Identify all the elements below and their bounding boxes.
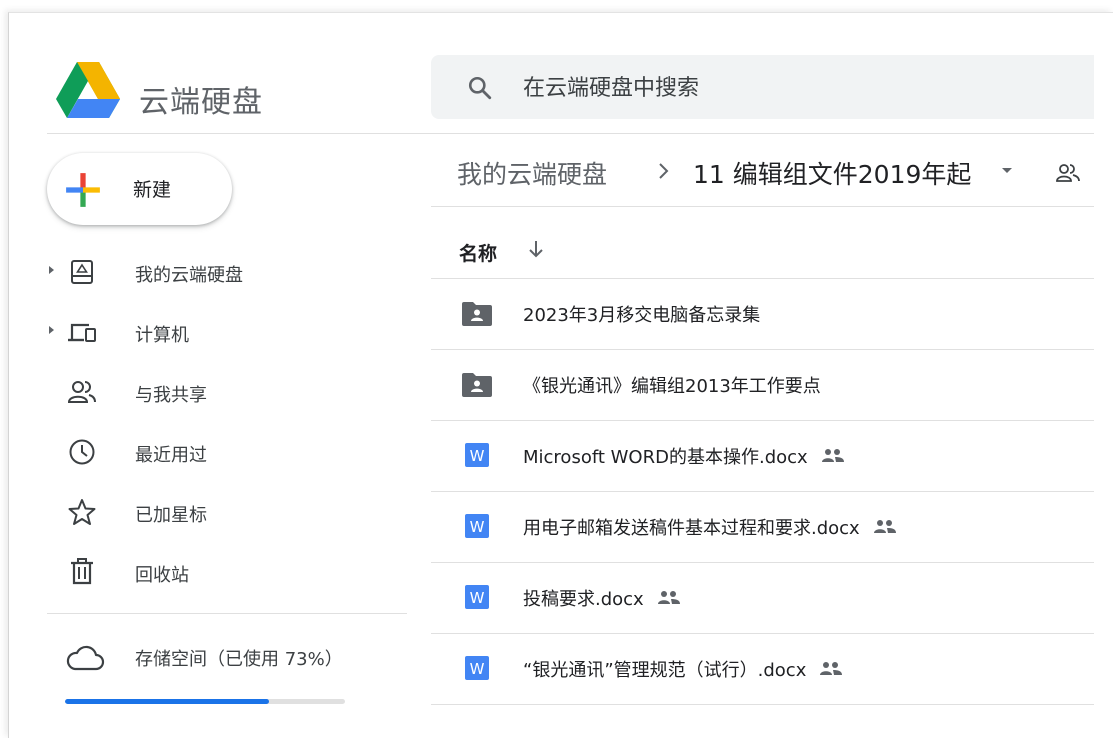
file-row[interactable]: 2023年3月移交电脑备忘录集 (431, 279, 1094, 350)
sidebar-item-label: 我的云端硬盘 (135, 265, 243, 286)
file-name-text: 用电子邮箱发送稿件基本过程和要求.docx (523, 518, 860, 539)
sidebar-item-label: 计算机 (135, 325, 189, 346)
people-icon[interactable] (1055, 161, 1081, 185)
shared-people-icon (873, 520, 896, 533)
new-button-label: 新建 (133, 179, 172, 201)
sidebar-item-label: 回收站 (135, 565, 189, 586)
shared-folder-icon (462, 302, 492, 326)
shared-folder-icon (462, 373, 492, 397)
search-input[interactable] (521, 70, 1065, 106)
sidebar-item-trash[interactable]: 回收站 (47, 547, 407, 599)
file-name: 《银光通讯》编辑组2013年工作要点 (523, 376, 821, 397)
svg-text:W: W (470, 518, 485, 536)
file-name: 投稿要求.docx (523, 585, 682, 611)
app-title[interactable]: 云端硬盘 (139, 77, 263, 121)
drive-window: 云端硬盘 新建 我的云端硬盘 (8, 12, 1113, 738)
sidebar-item-label: 与我共享 (135, 385, 207, 406)
sidebar-item-shared-with-me[interactable]: 与我共享 (47, 367, 407, 419)
breadcrumb-divider (431, 206, 1094, 207)
plus-icon (66, 173, 100, 207)
storage-progress-bar (65, 699, 345, 704)
file-row[interactable]: W “银光通讯”管理规范（试行）.docx (431, 634, 1094, 705)
column-header-name[interactable]: 名称 (459, 239, 497, 266)
shared-people-icon (657, 591, 680, 604)
search-bar[interactable] (431, 55, 1094, 119)
sidebar-item-starred[interactable]: 已加星标 (47, 487, 407, 539)
shared-with-me-icon (67, 381, 96, 403)
folder-menu-dropdown-icon[interactable] (1002, 168, 1012, 173)
word-document-icon: W (465, 514, 489, 538)
file-name: Microsoft WORD的基本操作.docx (523, 443, 846, 469)
storage-progress-fill (65, 699, 270, 704)
breadcrumb-root[interactable]: 我的云端硬盘 (457, 155, 607, 191)
header-divider (47, 133, 1094, 134)
new-button[interactable]: 新建 (47, 153, 232, 225)
word-document-icon: W (465, 656, 489, 680)
expand-arrow-icon[interactable] (49, 266, 54, 274)
sidebar-item-recent[interactable]: 最近用过 (47, 427, 407, 479)
file-name-text: “银光通讯”管理规范（试行）.docx (523, 660, 807, 681)
file-row[interactable]: W 用电子邮箱发送稿件基本过程和要求.docx (431, 492, 1094, 563)
expand-arrow-icon[interactable] (49, 326, 54, 334)
my-drive-icon (71, 260, 93, 284)
svg-text:W: W (470, 447, 485, 465)
shared-people-icon (821, 449, 844, 462)
star-icon (68, 499, 96, 525)
sidebar-item-label: 已加星标 (135, 505, 207, 526)
file-row[interactable]: W 投稿要求.docx (431, 563, 1094, 634)
svg-text:W: W (470, 589, 485, 607)
computers-icon (68, 323, 96, 342)
breadcrumb-current-folder[interactable]: 11 编辑组文件2019年起 (693, 155, 971, 191)
sidebar-divider (47, 613, 407, 614)
file-name: 2023年3月移交电脑备忘录集 (523, 305, 761, 326)
cloud-icon (66, 645, 105, 671)
file-name-text: Microsoft WORD的基本操作.docx (523, 447, 808, 468)
google-drive-logo-icon (56, 62, 120, 118)
storage-label[interactable]: 存储空间（已使用 73%） (135, 645, 343, 671)
file-name: 用电子邮箱发送稿件基本过程和要求.docx (523, 514, 898, 540)
file-name: “银光通讯”管理规范（试行）.docx (523, 656, 844, 682)
sidebar-item-my-drive[interactable]: 我的云端硬盘 (47, 247, 407, 299)
file-name-text: 投稿要求.docx (523, 589, 644, 610)
file-row[interactable]: W Microsoft WORD的基本操作.docx (431, 421, 1094, 492)
file-row[interactable]: 《银光通讯》编辑组2013年工作要点 (431, 350, 1094, 421)
sidebar-item-computers[interactable]: 计算机 (47, 307, 407, 359)
search-icon[interactable] (467, 75, 493, 101)
clock-icon (69, 439, 95, 465)
chevron-right-icon (659, 163, 669, 179)
trash-icon (71, 558, 93, 585)
word-document-icon: W (465, 443, 489, 467)
svg-text:W: W (470, 660, 485, 678)
sidebar-item-label: 最近用过 (135, 445, 207, 466)
drive-logo[interactable] (56, 57, 120, 127)
word-document-icon: W (465, 585, 489, 609)
sort-arrow-down-icon[interactable] (527, 239, 545, 259)
shared-people-icon (820, 662, 843, 675)
